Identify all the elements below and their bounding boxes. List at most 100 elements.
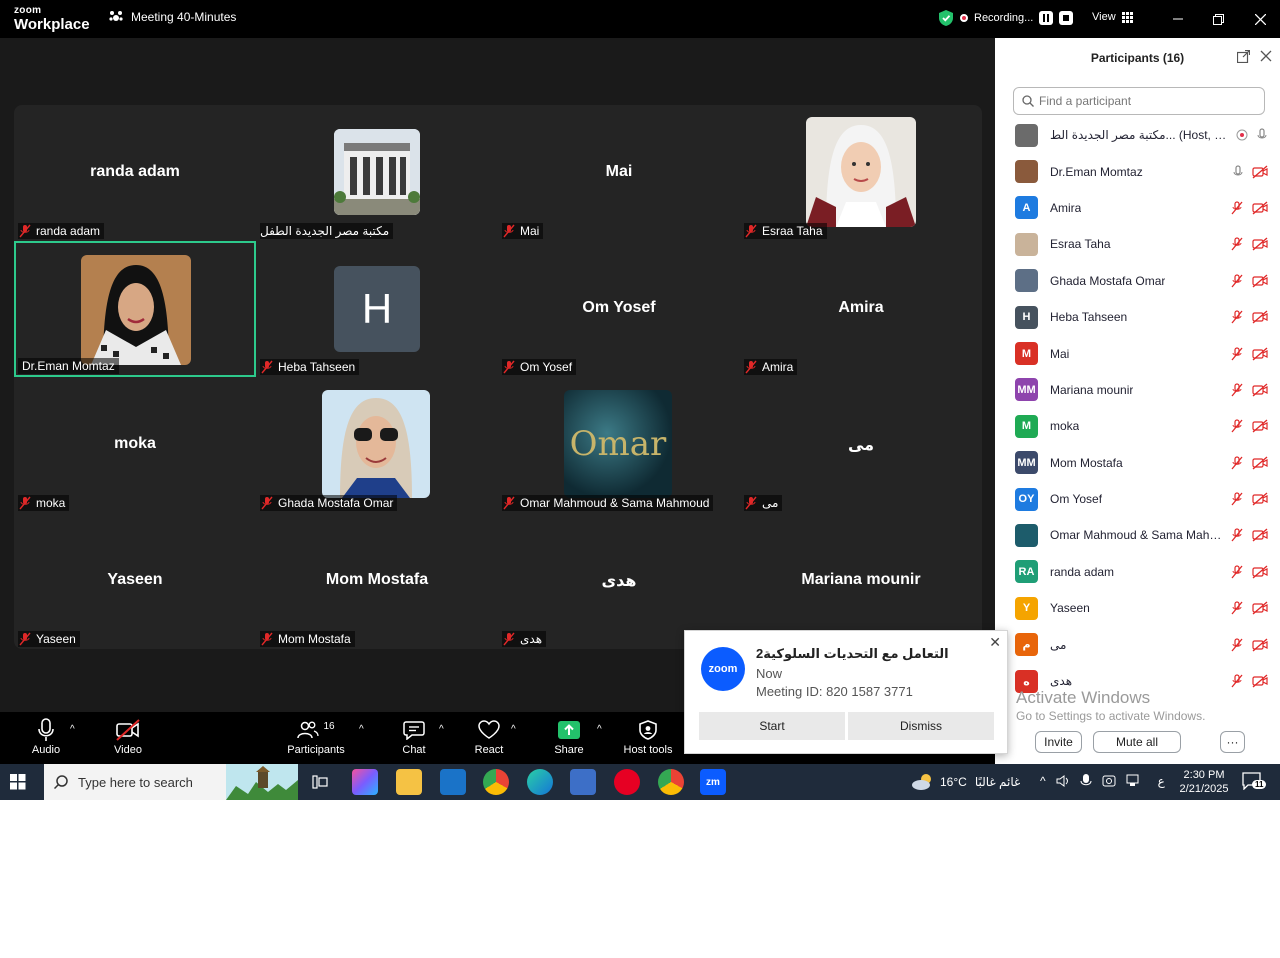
muted-mic-icon[interactable] bbox=[1230, 310, 1244, 324]
share-options-caret[interactable]: ^ bbox=[597, 724, 602, 735]
muted-mic-icon[interactable] bbox=[1230, 419, 1244, 433]
video-tile[interactable]: Esraa Taha bbox=[740, 105, 982, 241]
video-tile[interactable]: Amira Amira bbox=[740, 241, 982, 377]
participant-row[interactable]: A Amira bbox=[995, 190, 1280, 226]
muted-mic-icon[interactable] bbox=[1230, 492, 1244, 506]
video-off-icon[interactable] bbox=[1252, 565, 1268, 579]
muted-mic-icon[interactable] bbox=[1230, 201, 1244, 215]
participant-row[interactable]: OY Om Yosef bbox=[995, 481, 1280, 517]
video-tile[interactable]: Ghada Mostafa Omar bbox=[256, 377, 498, 513]
participant-row[interactable]: Esraa Taha bbox=[995, 226, 1280, 262]
participant-row[interactable]: م مى bbox=[995, 626, 1280, 662]
audio-button[interactable]: Audio bbox=[11, 716, 81, 762]
close-window-button[interactable] bbox=[1250, 9, 1270, 29]
audio-options-caret[interactable]: ^ bbox=[70, 724, 75, 735]
video-tile[interactable]: H Heba Tahseen bbox=[256, 241, 498, 377]
active-speaker-tile[interactable]: Dr.Eman Momtaz bbox=[14, 241, 256, 377]
muted-mic-icon[interactable] bbox=[1230, 237, 1244, 251]
video-tile[interactable]: Omar Omar Mahmoud & Sama Mahmoud bbox=[498, 377, 740, 513]
participant-row[interactable]: Ghada Mostafa Omar bbox=[995, 263, 1280, 299]
video-off-icon[interactable] bbox=[1252, 638, 1268, 652]
video-off-icon[interactable] bbox=[1252, 165, 1268, 179]
invite-button[interactable]: Invite bbox=[1035, 731, 1082, 753]
pause-recording-button[interactable] bbox=[1039, 11, 1054, 25]
participant-row[interactable]: RA randa adam bbox=[995, 554, 1280, 590]
start-button[interactable] bbox=[10, 774, 26, 795]
more-options-button[interactable]: ··· bbox=[1220, 731, 1245, 753]
video-tile[interactable]: Om Yosef Om Yosef bbox=[498, 241, 740, 377]
start-button[interactable]: Start bbox=[699, 712, 845, 740]
video-tile[interactable]: Mom Mostafa Mom Mostafa bbox=[256, 513, 498, 649]
muted-mic-icon[interactable] bbox=[1230, 674, 1244, 688]
mute-all-button[interactable]: Mute all bbox=[1093, 731, 1181, 753]
stop-recording-button[interactable] bbox=[1059, 11, 1074, 25]
muted-mic-icon[interactable] bbox=[1230, 383, 1244, 397]
microphone-icon[interactable] bbox=[1232, 164, 1244, 179]
video-off-icon[interactable] bbox=[1252, 674, 1268, 688]
notification-center[interactable]: 11 bbox=[1242, 772, 1267, 795]
video-off-icon[interactable] bbox=[1252, 456, 1268, 470]
muted-mic-icon[interactable] bbox=[1230, 565, 1244, 579]
microphone-icon[interactable] bbox=[1256, 128, 1268, 142]
muted-mic-icon[interactable] bbox=[1230, 638, 1244, 652]
host-tools-button[interactable]: Host tools bbox=[613, 716, 683, 762]
react-options-caret[interactable]: ^ bbox=[511, 724, 516, 735]
weather-widget[interactable]: 16°C غائم غالبًا bbox=[910, 764, 1020, 800]
close-notification-icon[interactable]: ✕ bbox=[989, 634, 1001, 651]
video-off-icon[interactable] bbox=[1252, 601, 1268, 615]
chat-options-caret[interactable]: ^ bbox=[439, 724, 444, 735]
zoom-taskbar-icon[interactable]: zm bbox=[700, 769, 726, 795]
video-tile[interactable]: Mai Mai bbox=[498, 105, 740, 241]
close-panel-icon[interactable] bbox=[1260, 50, 1272, 62]
video-tile[interactable]: هدى هدى bbox=[498, 513, 740, 649]
muted-mic-icon[interactable] bbox=[1230, 601, 1244, 615]
encryption-shield-icon[interactable] bbox=[938, 9, 954, 27]
participant-row[interactable]: Omar Mahmoud & Sama Mahm... bbox=[995, 517, 1280, 553]
dismiss-button[interactable]: Dismiss bbox=[848, 712, 994, 740]
video-off-icon[interactable] bbox=[1252, 237, 1268, 251]
muted-mic-icon[interactable] bbox=[1230, 346, 1244, 361]
volume-icon[interactable] bbox=[1056, 774, 1070, 788]
video-off-icon[interactable] bbox=[1252, 274, 1268, 288]
participant-row[interactable]: Mmoka bbox=[995, 408, 1280, 444]
video-off-icon[interactable] bbox=[1252, 310, 1268, 324]
minimize-button[interactable] bbox=[1168, 9, 1188, 29]
restore-button[interactable] bbox=[1208, 9, 1228, 29]
participants-button[interactable]: 16 Participants bbox=[281, 716, 351, 762]
video-off-icon[interactable] bbox=[1252, 528, 1268, 542]
muted-mic-icon[interactable] bbox=[1230, 274, 1244, 288]
video-tile[interactable]: مى مى bbox=[740, 377, 982, 513]
file-explorer-icon[interactable] bbox=[396, 769, 422, 795]
participant-row[interactable]: MM Mom Mostafa bbox=[995, 445, 1280, 481]
participants-options-caret[interactable]: ^ bbox=[359, 724, 364, 735]
participant-row[interactable]: Dr.Eman Momtaz bbox=[995, 153, 1280, 189]
meeting-info[interactable]: Meeting 40-Minutes bbox=[108, 10, 236, 24]
video-off-icon[interactable] bbox=[1252, 492, 1268, 506]
tray-microphone-icon[interactable] bbox=[1080, 774, 1092, 788]
pop-out-icon[interactable] bbox=[1237, 50, 1250, 63]
store-icon[interactable] bbox=[570, 769, 596, 795]
video-tile[interactable]: randa adam randa adam bbox=[14, 105, 256, 241]
video-tile[interactable]: moka moka bbox=[14, 377, 256, 513]
task-view-icon[interactable] bbox=[307, 769, 333, 795]
copilot-icon[interactable] bbox=[352, 769, 378, 795]
video-button[interactable]: Video bbox=[93, 716, 163, 762]
muted-mic-icon[interactable] bbox=[1230, 456, 1244, 470]
share-button[interactable]: Share bbox=[534, 716, 604, 762]
clock[interactable]: 2:30 PM 2/21/2025 bbox=[1176, 768, 1232, 796]
pinterest-icon[interactable] bbox=[614, 769, 640, 795]
participant-row[interactable]: M Mai bbox=[995, 335, 1280, 371]
react-button[interactable]: React bbox=[454, 716, 524, 762]
participant-row[interactable]: H Heba Tahseen bbox=[995, 299, 1280, 335]
participant-row[interactable]: Y Yaseen bbox=[995, 590, 1280, 626]
video-tile[interactable]: مكتبة مصر الجديدة الطفل bbox=[256, 105, 498, 241]
view-button[interactable]: View bbox=[1092, 11, 1133, 23]
video-off-icon[interactable] bbox=[1252, 419, 1268, 433]
video-tile[interactable]: Yaseen Yaseen bbox=[14, 513, 256, 649]
network-icon[interactable] bbox=[1126, 774, 1142, 788]
video-tile[interactable]: Mariana mounir bbox=[740, 513, 982, 649]
edge-icon[interactable] bbox=[527, 769, 553, 795]
outlook-icon[interactable] bbox=[440, 769, 466, 795]
find-participant-input[interactable]: Find a participant bbox=[1013, 87, 1265, 115]
video-off-icon[interactable] bbox=[1252, 201, 1268, 215]
